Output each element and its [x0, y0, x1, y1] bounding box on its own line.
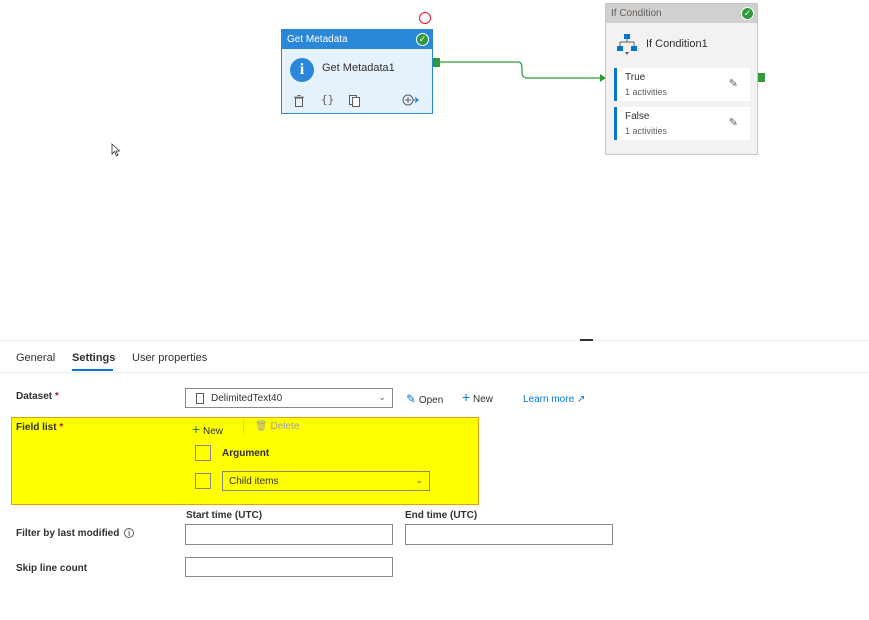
add-field-button[interactable]: + New: [192, 421, 223, 437]
checkmark-icon: ✓: [416, 33, 429, 46]
field-type-select[interactable]: Child items ⌄: [222, 471, 430, 491]
field-list-highlight: [11, 417, 479, 505]
toolbar-separator: [243, 419, 244, 435]
branch-label: False: [625, 111, 650, 122]
dataset-file-icon: [196, 393, 204, 404]
delete-icon[interactable]: [294, 95, 304, 110]
skip-line-count-label: Skip line count: [16, 563, 88, 574]
copy-icon[interactable]: [349, 95, 361, 110]
start-time-label: Start time (UTC): [186, 510, 263, 521]
chevron-down-icon: ⌄: [378, 392, 386, 402]
branch-activity-count: 1 activities: [625, 126, 668, 136]
new-dataset-button[interactable]: + New: [462, 389, 493, 405]
dataset-value: DelimitedText40: [211, 393, 283, 404]
activity-type-label: If Condition: [611, 8, 662, 19]
external-link-icon: ↗: [576, 394, 586, 405]
end-time-label: End time (UTC): [405, 510, 478, 521]
success-output-port[interactable]: [758, 73, 765, 82]
field-item-argument: Argument: [222, 448, 270, 459]
edit-pencil-icon: ✎: [406, 392, 417, 406]
field-type-value: Child items: [229, 476, 279, 487]
plus-icon: +: [192, 421, 201, 437]
info-icon: i: [290, 58, 314, 82]
field-checkbox[interactable]: [195, 445, 211, 461]
branch-activity-count: 1 activities: [625, 87, 668, 97]
active-tab-indicator: [72, 369, 113, 371]
checkmark-icon: ✓: [741, 7, 754, 20]
delete-field-button[interactable]: 🗑 Delete: [255, 421, 299, 432]
pipeline-canvas[interactable]: Get Metadata ✓ i Get Metadata1 {} If Con…: [0, 0, 869, 340]
open-dataset-button[interactable]: ✎ Open: [406, 392, 443, 406]
activity-header: If Condition ✓: [606, 4, 757, 23]
chevron-down-icon: ⌄: [415, 475, 423, 485]
get-metadata-activity[interactable]: Get Metadata ✓ i Get Metadata1 {}: [281, 29, 433, 114]
activity-name: If Condition1: [646, 38, 708, 50]
add-output-icon[interactable]: [402, 94, 420, 109]
info-icon[interactable]: i: [124, 528, 135, 538]
activity-name: Get Metadata1: [322, 62, 395, 74]
if-condition-icon: [617, 34, 637, 55]
edit-pencil-icon[interactable]: ✎: [729, 77, 738, 90]
end-time-input[interactable]: [405, 524, 613, 545]
panel-resize-handle[interactable]: [580, 339, 593, 341]
delete-icon: 🗑: [255, 421, 268, 432]
tab-settings[interactable]: Settings: [72, 352, 115, 364]
field-list-label: Field list *: [16, 422, 64, 433]
code-icon[interactable]: {}: [321, 93, 334, 106]
error-indicator-icon[interactable]: [419, 12, 431, 24]
activity-header: Get Metadata ✓: [282, 30, 432, 49]
start-time-input[interactable]: [185, 524, 393, 545]
tab-general[interactable]: General: [16, 352, 55, 364]
false-branch[interactable]: False 1 activities ✎: [614, 107, 750, 140]
panel-divider: [0, 340, 869, 341]
success-output-port[interactable]: [433, 58, 440, 67]
mouse-cursor-icon: [111, 143, 121, 157]
branch-label: True: [625, 72, 646, 83]
plus-icon: +: [462, 389, 471, 405]
skip-line-count-input[interactable]: [185, 557, 393, 577]
if-condition-activity[interactable]: If Condition ✓ If Condition1 True 1 acti…: [605, 3, 758, 155]
dataset-label: Dataset *: [16, 391, 59, 402]
tab-divider: [0, 372, 869, 373]
true-branch[interactable]: True 1 activities ✎: [614, 68, 750, 101]
filter-last-modified-label: Filter by last modified i: [16, 528, 135, 539]
activity-type-label: Get Metadata: [287, 34, 348, 45]
edit-pencil-icon[interactable]: ✎: [729, 116, 738, 129]
dataset-select[interactable]: DelimitedText40 ⌄: [185, 388, 393, 408]
tab-user-properties[interactable]: User properties: [132, 352, 207, 364]
learn-more-link[interactable]: Learn more ↗: [523, 394, 585, 405]
field-checkbox[interactable]: [195, 473, 211, 489]
